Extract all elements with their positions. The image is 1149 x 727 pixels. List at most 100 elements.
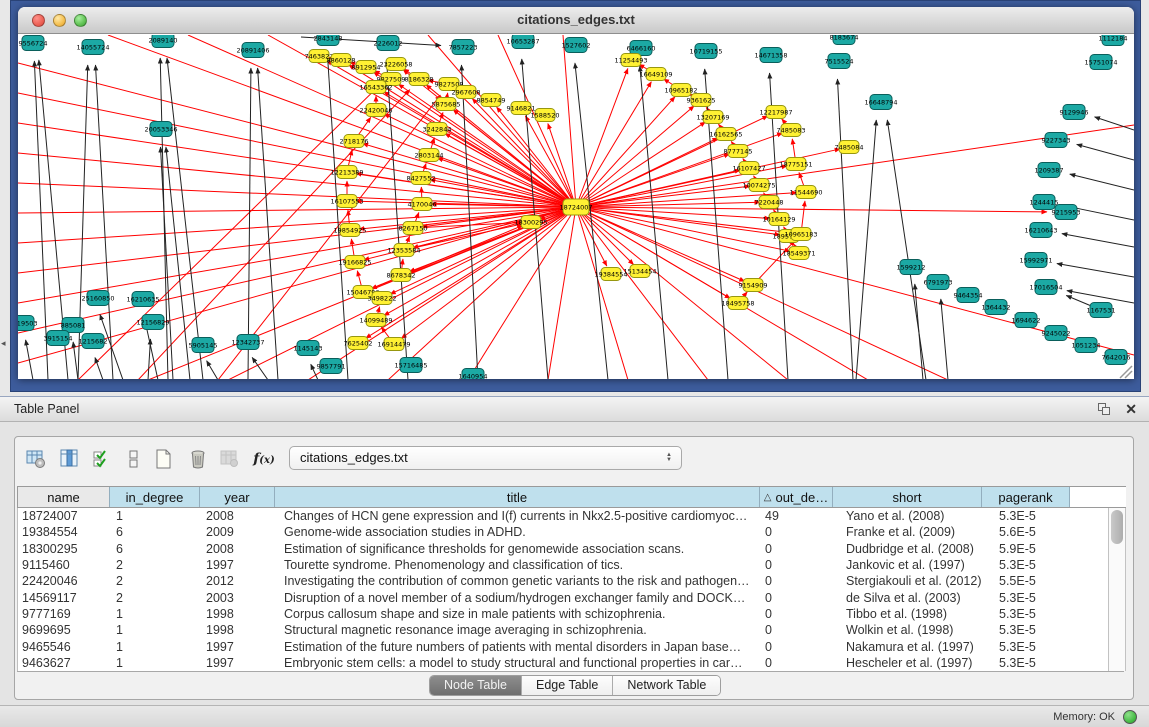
table-toolbar: f(x) citations_edges.txt ▲▼ [21,443,1121,477]
delete-icon[interactable] [185,445,211,473]
graph-node-label: 7485083 [777,126,806,134]
table-cell: 5.3E-5 [983,607,1071,621]
table-cell: 9463627 [18,656,111,670]
row-height-icon[interactable] [121,445,147,473]
graph-node-label: 14671358 [754,51,787,59]
graph-node-label: 12217987 [759,108,792,116]
table-cell: 5.3E-5 [983,591,1071,605]
graph-edge [461,65,478,379]
table-scrollbar[interactable] [1108,508,1126,671]
column-header-title[interactable]: title [275,487,760,507]
graph-node-label: 15992971 [1019,256,1052,264]
column-header-in_degree[interactable]: in_degree [110,487,200,507]
node-table: namein_degreeyeartitle△out_de…shortpager… [17,486,1126,671]
table-selector-dropdown[interactable]: citations_edges.txt ▲▼ [289,446,682,470]
table-panel-titlebar[interactable]: Table Panel ✕ [0,396,1149,422]
graph-node-label: 20053346 [144,125,177,133]
table-cell: 0 [761,558,834,572]
graph-node-label: 16210643 [1024,226,1057,234]
graph-node-label: 14099489 [359,316,392,324]
graph-node-label: 2843148 [314,35,343,42]
new-file-icon[interactable] [151,445,177,473]
tab-node-table[interactable]: Node Table [430,676,522,695]
table-row[interactable]: 977716911998Corpus callosum shape and si… [18,606,1126,622]
table-row[interactable]: 946554611997Estimation of the future num… [18,638,1126,654]
column-header-pagerank[interactable]: pagerank [982,487,1070,507]
graph-node-label: 9227343 [1042,136,1071,144]
graph-node-label: 7642016 [1102,353,1131,361]
memory-ok-icon[interactable] [1123,710,1137,724]
graph-node-label: 1527602 [562,41,591,49]
graph-node-label: 10965182 [664,86,697,94]
table-row[interactable]: 1872400712008Changes of HCN gene express… [18,508,1126,524]
graph-node-label: 1599212 [897,263,926,271]
column-header-name[interactable]: name [17,487,110,507]
table-row[interactable]: 969969511998Structural magnetic resonanc… [18,622,1126,638]
memory-status-label: Memory: OK [1053,711,1115,723]
table-cell: 2 [111,591,201,605]
sort-ascending-icon: △ [764,492,772,503]
table-cell: 0 [761,542,834,556]
network-canvas[interactable]: 9556724140557242089140208914062843148222… [18,35,1134,379]
table-cell: Stergiakouli et al. (2012) [834,574,983,588]
graph-node-label: 12342737 [231,338,264,346]
graph-node-label: 9464354 [954,291,983,299]
float-panel-icon[interactable] [1098,403,1111,415]
graph-node-label: 1145143 [294,344,323,352]
table-row[interactable]: 911546021997Tourette syndrome. Phenomeno… [18,557,1126,573]
show-column-icon[interactable] [57,445,83,473]
graph-node-label: 1364432 [982,303,1011,311]
table-cell: 18724007 [18,509,111,523]
graph-node-label: 3498222 [368,294,397,302]
column-header-out_de[interactable]: △out_de… [760,487,833,507]
column-header-year[interactable]: year [200,487,275,507]
graph-node-label: 6791973 [924,278,953,286]
tab-edge-table[interactable]: Edge Table [522,676,613,695]
graph-edge [837,79,853,379]
network-window-title: citations_edges.txt [18,7,1134,33]
graph-node-label: 8183674 [830,35,859,41]
panel-collapse-arrow-icon[interactable]: ◂ [1,338,6,349]
graph-node-label: 2803144 [415,151,444,159]
table-panel-title: Table Panel [14,402,79,416]
table-header-row: namein_degreeyeartitle△out_de…shortpager… [17,486,1126,508]
graph-node-label: 16914479 [377,340,410,348]
table-panel-body: f(x) citations_edges.txt ▲▼ namein_degre… [0,422,1149,705]
table-row[interactable]: 946362711997Embryonic stem cells: a mode… [18,655,1126,671]
graph-edge [548,124,576,207]
graph-node-label: 8912954 [352,63,381,71]
close-window-icon[interactable] [32,14,45,27]
graph-edge [1057,264,1134,277]
table-cell: 1998 [201,607,276,621]
graph-node-label: 12353584 [387,246,420,254]
network-view-window[interactable]: citations_edges.txt 95567241405572420891… [18,7,1134,379]
minimize-window-icon[interactable] [53,14,66,27]
graph-node-label: 3915154 [44,334,73,342]
select-columns-icon[interactable] [89,445,115,473]
graph-node-label: 12213389 [330,168,363,176]
table-row[interactable]: 1938455462009Genome-wide association stu… [18,524,1126,540]
network-window-titlebar[interactable]: citations_edges.txt [18,7,1134,34]
table-cell: 5.3E-5 [983,656,1071,670]
scrollbar-thumb[interactable] [1111,510,1123,544]
table-cell: 9465546 [18,640,111,654]
table-row[interactable]: 2242004622012Investigating the contribut… [18,573,1126,589]
table-mode-icon[interactable] [23,445,49,473]
graph-edge [941,299,948,379]
column-header-short[interactable]: short [833,487,982,507]
table-cell: 0 [761,525,834,539]
graph-node-label: 2967608 [452,88,481,96]
table-cell: 5.3E-5 [983,640,1071,654]
graph-node-label: 12156829 [136,318,169,326]
function-builder-icon[interactable]: f(x) [251,445,277,473]
table-cell: Disruption of a novel member of a sodium… [276,591,761,605]
table-cell: Yano et al. (2008) [834,509,983,523]
close-panel-icon[interactable]: ✕ [1125,401,1137,418]
tab-network-table[interactable]: Network Table [613,676,720,695]
table-row[interactable]: 1456911722003Disruption of a novel membe… [18,589,1126,605]
window-resize-grip[interactable] [1120,366,1132,378]
zoom-window-icon[interactable] [74,14,87,27]
table-row[interactable]: 1830029562008Estimation of significance … [18,541,1126,557]
table-cell: Genome-wide association studies in ADHD. [276,525,761,539]
table-selector-value: citations_edges.txt [300,450,408,465]
